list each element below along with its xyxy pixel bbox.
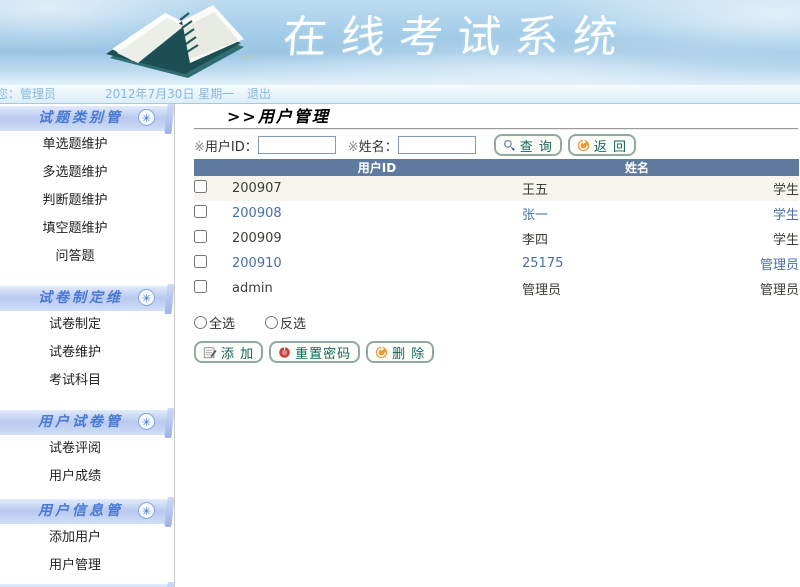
section-flower-icon: ✳ [138, 413, 155, 430]
logout-link[interactable]: 退出 [247, 85, 271, 103]
sidebar-section-paper-making[interactable]: 试卷制定维 ✳ [0, 286, 168, 311]
table-header-row: 用户ID 姓名 [194, 159, 799, 176]
sidebar-item-multi-choice[interactable]: 多选题维护 [0, 159, 150, 187]
type-cell: 管理员 [759, 283, 799, 298]
required-mark: ※ [194, 139, 205, 155]
row-checkbox[interactable] [194, 280, 207, 293]
type-cell: 管理员 [759, 258, 799, 273]
type-column-header [752, 159, 799, 176]
name-column-header: 姓名 [624, 161, 649, 175]
reset-password-button[interactable]: 重置密码 [269, 341, 361, 363]
row-checkbox[interactable] [194, 255, 207, 268]
user-status-bar: 欢迎您：管理员 2012年7月30日 星期一 退出 [0, 85, 800, 104]
select-all-radio[interactable]: 全选 [194, 313, 235, 332]
table-row: admin 管理员 管理员 [194, 276, 799, 301]
section-title: 试卷制定维 [38, 290, 123, 306]
invert-selection-radio-input[interactable] [265, 316, 279, 329]
seal-icon [279, 346, 290, 358]
search-form: ※用户ID： ※姓名： 查 询 返 回 [194, 134, 798, 156]
sidebar-item-fill-blank[interactable]: 填空题维护 [0, 215, 150, 243]
user-id-cell: admin [232, 281, 273, 296]
checkbox-column-header [194, 159, 232, 176]
section-title: 用户试卷管 [38, 414, 123, 430]
sidebar-item-add-user[interactable]: 添加用户 [0, 524, 150, 552]
user-id-cell: 200907 [232, 181, 282, 196]
sidebar-item-user-scores[interactable]: 用户成绩 [0, 463, 150, 491]
type-cell: 学生 [772, 233, 799, 248]
sidebar-item-paper-review[interactable]: 试卷评阅 [0, 435, 150, 463]
sidebar: 试题类别管 ✳ 单选题维护 多选题维护 判断题维护 填空题维护 问答题 试卷制定… [0, 104, 175, 587]
action-buttons: 添 加 重置密码 删 除 [194, 341, 800, 363]
invert-selection-radio[interactable]: 反选 [265, 313, 306, 332]
query-button[interactable]: 查 询 [493, 134, 562, 156]
notepad-icon [203, 347, 217, 359]
sidebar-item-qa[interactable]: 问答题 [0, 243, 150, 271]
sidebar-section-user-papers[interactable]: 用户试卷管 ✳ [0, 410, 168, 435]
name-input[interactable] [397, 136, 476, 154]
divider [194, 128, 798, 130]
sidebar-section-question-types[interactable]: 试题类别管 ✳ [0, 106, 168, 131]
delete-button[interactable]: 删 除 [366, 341, 435, 363]
row-checkbox[interactable] [194, 205, 207, 218]
table-row: 200908 张一 学生 [194, 201, 799, 226]
row-checkbox[interactable] [194, 180, 207, 193]
name-label: 姓名： [358, 139, 398, 155]
table-row: 200909 李四 学生 [194, 226, 799, 251]
back-arrow-icon [577, 139, 590, 151]
page-title: >>用户管理 [227, 107, 330, 126]
user-id-label: 用户ID： [204, 139, 258, 155]
sidebar-item-exam-subject[interactable]: 考试科目 [0, 367, 150, 395]
select-all-radio-input[interactable] [194, 316, 207, 329]
app-title: 在线考试系统 [281, 12, 633, 63]
add-button[interactable]: 添 加 [194, 341, 264, 363]
sidebar-item-paper-maintain[interactable]: 试卷维护 [0, 339, 150, 367]
sidebar-item-paper-create[interactable]: 试卷制定 [0, 311, 150, 339]
open-book-icon [106, 5, 244, 78]
sidebar-item-true-false[interactable]: 判断题维护 [0, 187, 150, 215]
table-row: 200910 25175 管理员 [194, 251, 799, 276]
sidebar-section-user-info[interactable]: 用户信息管 ✳ [0, 499, 168, 524]
name-cell: 25175 [522, 256, 564, 271]
name-cell: 张一 [522, 208, 549, 223]
type-cell: 学生 [772, 208, 799, 223]
section-flower-icon: ✳ [138, 502, 155, 519]
row-checkbox[interactable] [194, 230, 207, 243]
banner: 在线考试系统 [0, 0, 800, 85]
required-mark: ※ [347, 139, 359, 155]
section-flower-icon: ✳ [138, 109, 155, 126]
delete-arrow-icon [375, 346, 388, 358]
user-id-cell: 200910 [232, 256, 282, 271]
selection-controls: 全选 反选 [194, 313, 800, 332]
sidebar-item-user-manage[interactable]: 用户管理 [0, 552, 150, 580]
name-cell: 李四 [522, 233, 549, 248]
user-id-input[interactable] [257, 136, 336, 154]
date-text: 2012年7月30日 星期一 [105, 87, 235, 101]
sidebar-item-single-choice[interactable]: 单选题维护 [0, 131, 150, 159]
user-id-cell: 200909 [232, 231, 282, 246]
section-title: 试题类别管 [38, 110, 123, 126]
name-cell: 管理员 [522, 283, 562, 298]
section-title: 用户信息管 [38, 503, 123, 519]
back-button[interactable]: 返 回 [567, 134, 636, 156]
table-row: 200907 王五 学生 [194, 176, 799, 201]
section-flower-icon: ✳ [138, 289, 155, 306]
welcome-text: 欢迎您：管理员 [0, 87, 57, 101]
user-id-column-header: 用户ID [357, 161, 397, 175]
name-cell: 王五 [522, 183, 549, 198]
user-table: 用户ID 姓名 200907 王五 学生 200908 张一 学生 200909… [194, 159, 799, 301]
search-icon [503, 139, 515, 151]
main-panel: >>用户管理 ※用户ID： ※姓名： 查 询 返 回 用户ID 姓名 20090… [175, 104, 800, 587]
bird-icon [240, 55, 259, 60]
user-id-cell: 200908 [232, 206, 282, 221]
type-cell: 学生 [772, 183, 799, 198]
